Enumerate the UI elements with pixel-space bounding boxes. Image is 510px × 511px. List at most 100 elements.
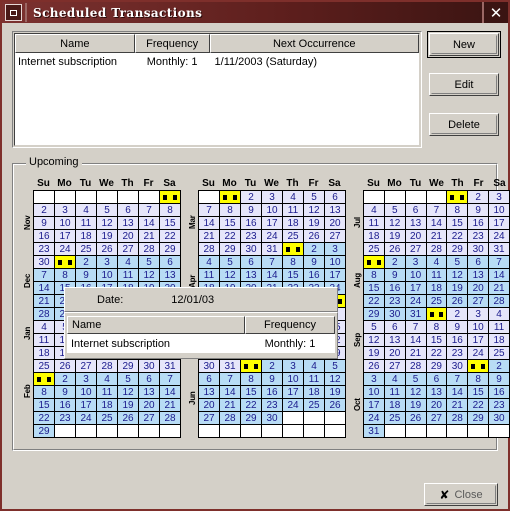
calendar-day[interactable]: 13	[159, 268, 181, 282]
calendar-day[interactable]: 31	[404, 307, 427, 321]
calendar-day[interactable]: 28	[488, 294, 510, 308]
calendar-day[interactable]: 23	[467, 229, 490, 243]
calendar-day[interactable]: 22	[425, 346, 448, 360]
calendar-day[interactable]: 9	[75, 268, 97, 282]
calendar-day[interactable]: 7	[404, 320, 427, 334]
calendar-day[interactable]: 4	[33, 320, 55, 334]
calendar-day[interactable]: 2	[75, 255, 97, 269]
calendar-day[interactable]: 15	[33, 398, 55, 412]
calendar-day[interactable]: 30	[33, 255, 55, 269]
calendar-day[interactable]: 16	[54, 398, 76, 412]
calendar-day[interactable]: 27	[324, 229, 346, 243]
calendar-day[interactable]: 29	[425, 359, 448, 373]
calendar-day[interactable]: 14	[446, 385, 469, 399]
calendar-day[interactable]: 4	[303, 359, 325, 373]
calendar-day-marked[interactable]	[362, 255, 385, 269]
calendar-day[interactable]: 25	[96, 411, 118, 425]
calendar-day[interactable]: 17	[282, 385, 304, 399]
calendar-day[interactable]: 10	[324, 255, 346, 269]
calendar-day[interactable]: 14	[425, 216, 448, 230]
calendar-day[interactable]: 20	[404, 229, 427, 243]
calendar-day[interactable]: 4	[117, 255, 139, 269]
calendar-day[interactable]: 20	[117, 229, 139, 243]
calendar-day[interactable]: 6	[198, 372, 220, 386]
calendar-day[interactable]: 11	[488, 320, 510, 334]
calendar-day[interactable]: 18	[75, 229, 97, 243]
calendar-day[interactable]: 26	[54, 359, 76, 373]
calendar-day[interactable]: 7	[33, 268, 55, 282]
calendar-day-marked[interactable]	[446, 190, 469, 204]
calendar-day[interactable]: 16	[383, 281, 406, 295]
calendar-day[interactable]: 27	[383, 359, 406, 373]
calendar-day[interactable]: 2	[488, 359, 510, 373]
calendar-day[interactable]: 8	[362, 268, 385, 282]
calendar-day[interactable]: 27	[198, 411, 220, 425]
column-header-frequency[interactable]: Frequency	[134, 34, 210, 53]
calendar-day-marked[interactable]	[33, 372, 55, 386]
calendar-day[interactable]: 4	[362, 203, 385, 217]
calendar-day[interactable]: 14	[404, 333, 427, 347]
calendar-day[interactable]: 3	[488, 190, 510, 204]
calendar-day[interactable]: 23	[488, 398, 510, 412]
calendar-day[interactable]: 10	[404, 268, 427, 282]
calendar-day[interactable]: 7	[446, 372, 469, 386]
calendar-day[interactable]: 7	[159, 372, 181, 386]
calendar-day[interactable]: 8	[282, 255, 304, 269]
calendar-day[interactable]: 28	[138, 242, 160, 256]
calendar-day[interactable]: 24	[261, 229, 283, 243]
calendar-day[interactable]: 9	[467, 203, 490, 217]
calendar-day[interactable]: 13	[117, 216, 139, 230]
close-x-icon[interactable]: ✕	[482, 2, 508, 23]
delete-button[interactable]: Delete	[429, 113, 499, 136]
calendar-day[interactable]: 13	[138, 385, 160, 399]
calendar-day[interactable]: 28	[198, 242, 220, 256]
calendar-day[interactable]: 2	[261, 359, 283, 373]
calendar-day[interactable]: 22	[240, 398, 262, 412]
calendar-day[interactable]: 28	[446, 411, 469, 425]
calendar-day[interactable]: 30	[240, 242, 262, 256]
calendar-day[interactable]: 30	[198, 359, 220, 373]
calendar-day[interactable]: 31	[488, 242, 510, 256]
calendar-day[interactable]: 21	[425, 229, 448, 243]
calendar-day[interactable]: 23	[240, 229, 262, 243]
calendar-day[interactable]: 3	[282, 359, 304, 373]
calendar-day[interactable]: 29	[159, 242, 181, 256]
restore-box-icon[interactable]	[5, 4, 22, 21]
calendar-day[interactable]: 24	[282, 398, 304, 412]
calendar-day[interactable]: 22	[159, 229, 181, 243]
calendar-day[interactable]: 4	[96, 372, 118, 386]
calendar-day[interactable]: 24	[362, 411, 385, 425]
calendar-day[interactable]: 19	[362, 346, 385, 360]
calendar-day[interactable]: 15	[362, 281, 385, 295]
calendar-day[interactable]: 13	[404, 216, 427, 230]
calendar-day-marked[interactable]	[282, 242, 304, 256]
calendar-day[interactable]: 2	[383, 255, 406, 269]
calendar-day[interactable]: 27	[404, 242, 427, 256]
calendar-day-marked[interactable]	[467, 359, 490, 373]
calendar-day[interactable]: 5	[404, 372, 427, 386]
calendar-day[interactable]: 17	[324, 268, 346, 282]
calendar-day[interactable]: 21	[488, 281, 510, 295]
calendar-day[interactable]: 10	[54, 216, 76, 230]
calendar-day[interactable]: 21	[198, 229, 220, 243]
calendar-day[interactable]: 23	[383, 294, 406, 308]
calendar-day[interactable]: 4	[282, 190, 304, 204]
calendar-day[interactable]: 8	[446, 203, 469, 217]
calendar-day[interactable]: 17	[54, 229, 76, 243]
calendar-day[interactable]: 27	[425, 411, 448, 425]
calendar-day[interactable]: 17	[467, 333, 490, 347]
calendar-day[interactable]: 18	[33, 346, 55, 360]
calendar-day[interactable]: 30	[446, 359, 469, 373]
calendar-day[interactable]: 31	[261, 242, 283, 256]
calendar-grid[interactable]: 2 3 4 5 6 7 8 9 10 11 12 13 14 15 16 17 18 19 20 21 22 23 24 25…	[362, 190, 510, 438]
calendar-day[interactable]: 12	[219, 268, 241, 282]
calendar-day[interactable]: 11	[96, 385, 118, 399]
calendar-day[interactable]: 29	[240, 411, 262, 425]
calendar-day[interactable]: 19	[117, 398, 139, 412]
calendar-day[interactable]: 30	[467, 242, 490, 256]
calendar-day[interactable]: 6	[425, 372, 448, 386]
calendar-day[interactable]: 10	[75, 385, 97, 399]
calendar-day[interactable]: 16	[303, 268, 325, 282]
new-button[interactable]: New	[429, 33, 499, 56]
calendar-day[interactable]: 14	[33, 281, 55, 295]
